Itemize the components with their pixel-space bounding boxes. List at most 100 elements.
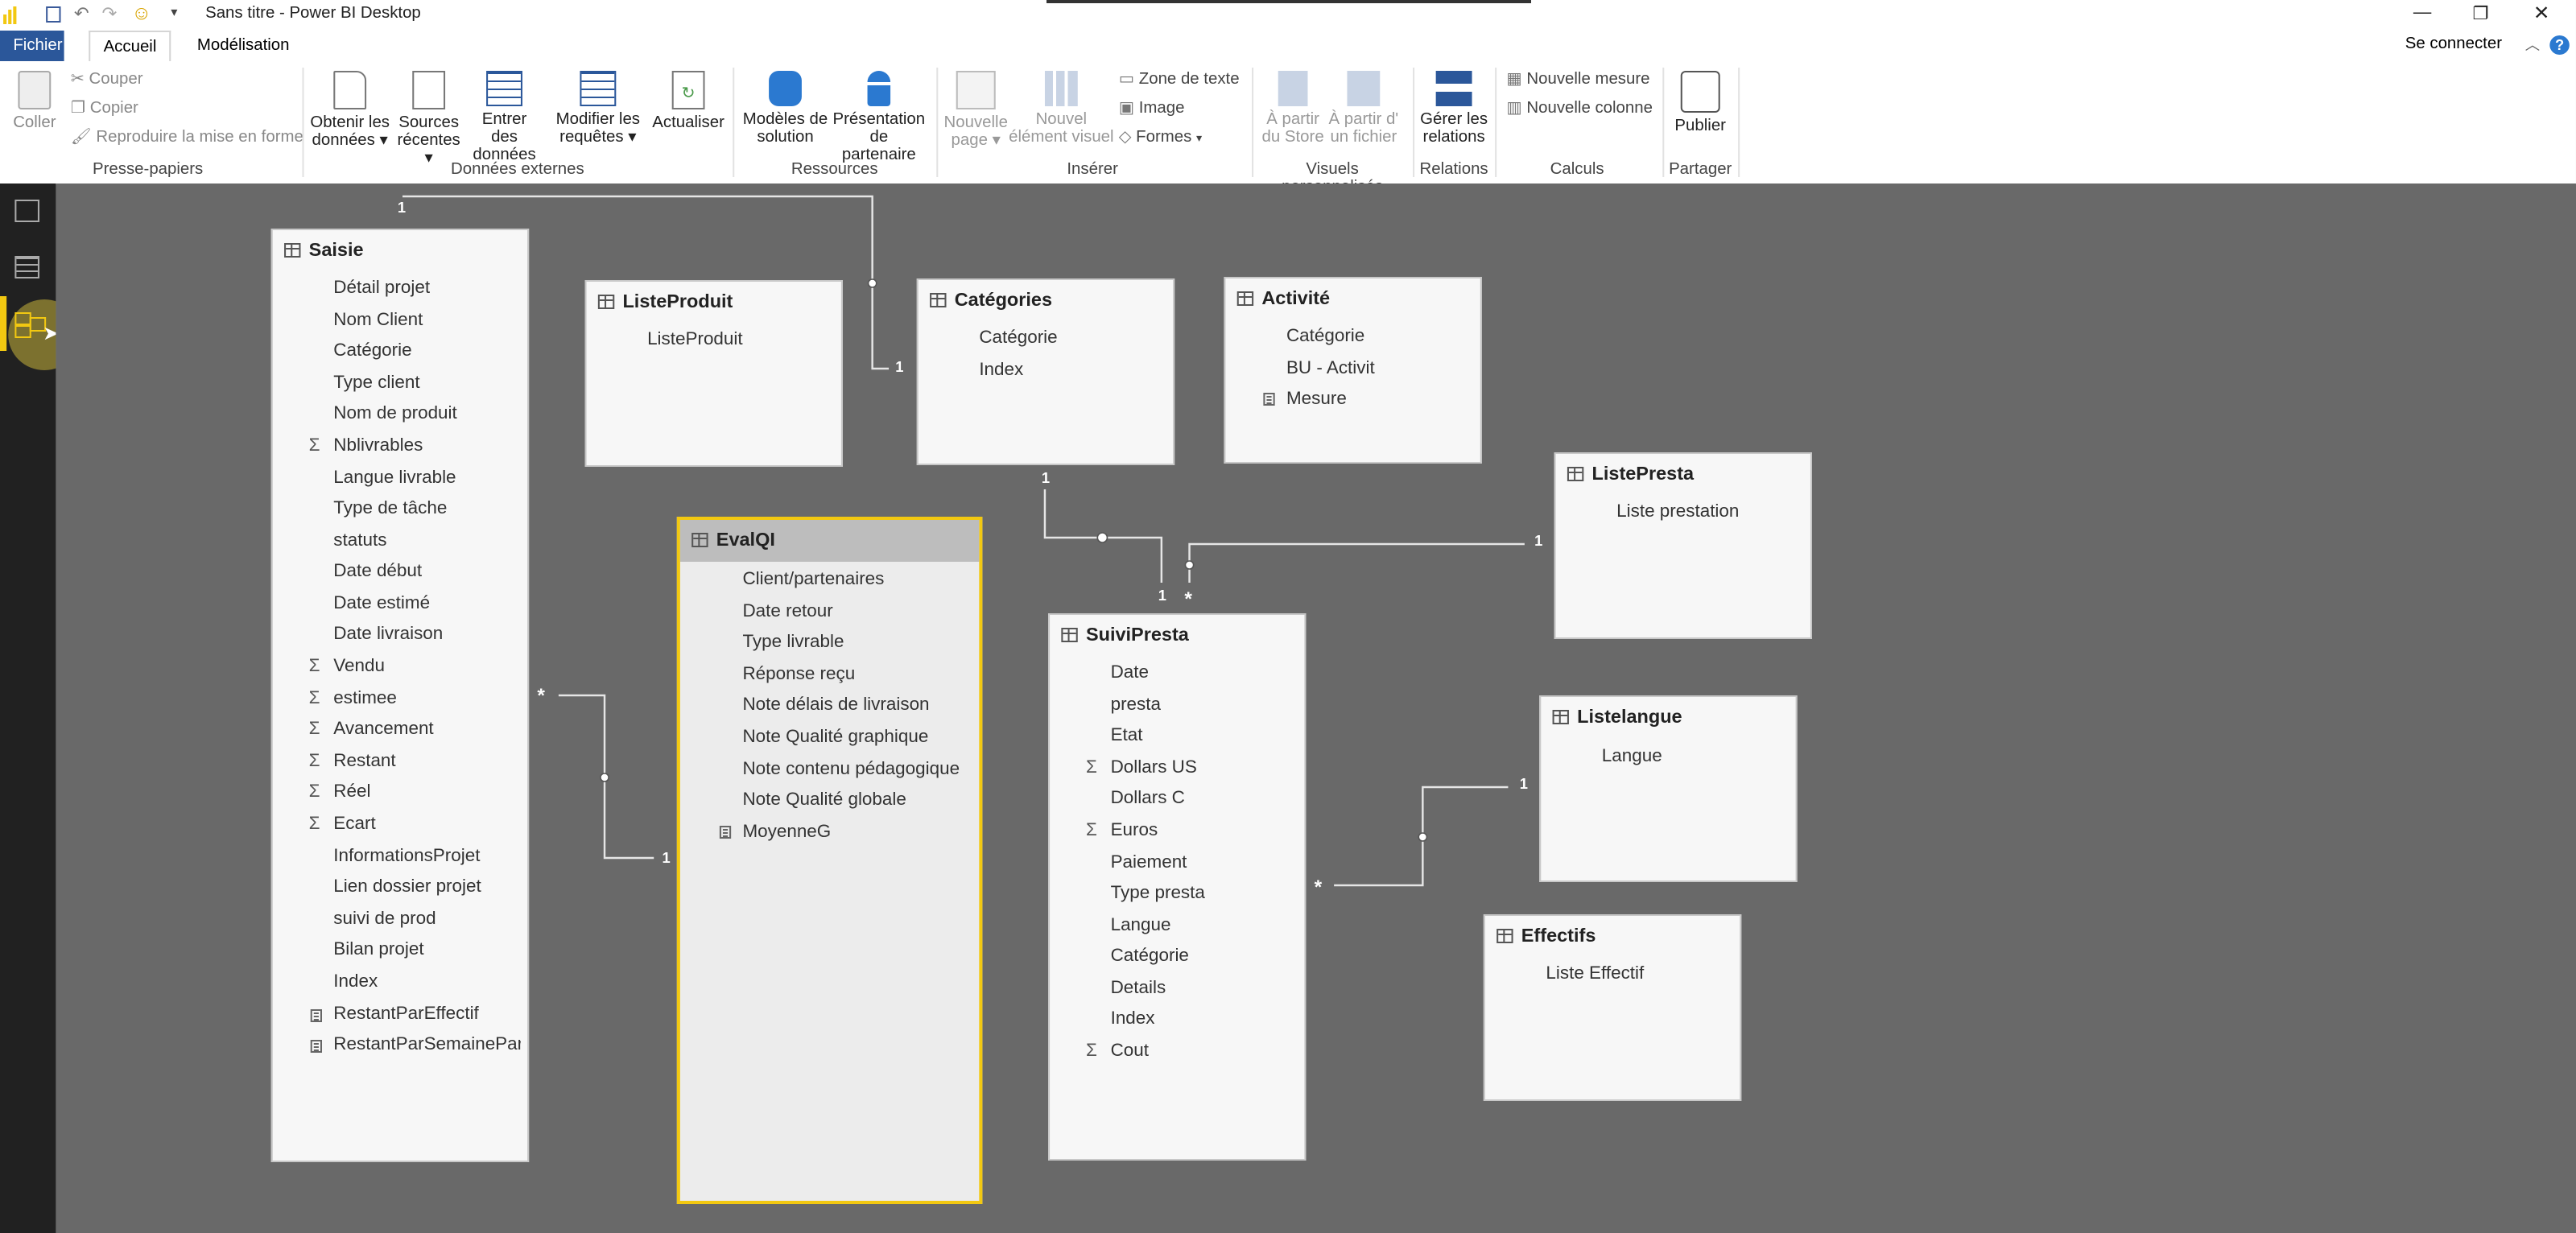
sum-icon: Σ <box>1085 758 1097 777</box>
field-nblivrables[interactable]: Nblivrables <box>333 436 423 456</box>
field-bu-activit[interactable]: BU - Activit <box>1286 359 1375 378</box>
table-card-listeproduit[interactable]: ListeProduit ListeProduit <box>584 280 843 467</box>
field-categorie[interactable]: Catégorie <box>1286 327 1364 346</box>
field-type-presta[interactable]: Type presta <box>1111 884 1205 903</box>
table-icon <box>930 293 947 307</box>
field-vendu[interactable]: Vendu <box>333 657 385 676</box>
field-type-de-tache[interactable]: Type de tâche <box>333 499 447 518</box>
table-card-categories[interactable]: Catégories Catégorie Index <box>916 278 1175 465</box>
relationship-direction-icon <box>600 773 609 782</box>
table-icon <box>691 533 708 547</box>
field-note-qualite-graphique[interactable]: Note Qualité graphique <box>742 728 928 747</box>
table-header[interactable]: ListeProduit <box>587 282 841 324</box>
field-statuts[interactable]: statuts <box>333 531 386 551</box>
field-details[interactable]: Details <box>1111 979 1166 998</box>
field-date-livraison[interactable]: Date livraison <box>333 625 443 644</box>
field-suivi-de-prod[interactable]: suivi de prod <box>333 909 436 929</box>
field-avancement[interactable]: Avancement <box>333 720 433 739</box>
field-paiement[interactable]: Paiement <box>1111 853 1187 872</box>
field-note-contenu-pedagogique[interactable]: Note contenu pédagogique <box>742 760 960 779</box>
cardinality-one: 1 <box>397 200 407 216</box>
field-ecart[interactable]: Ecart <box>333 814 375 834</box>
table-card-suivipresta[interactable]: SuiviPresta Σ Σ Σ Date presta Etat Dolla… <box>1048 613 1307 1161</box>
table-title: Saisie <box>308 241 364 261</box>
table-header[interactable]: ListePresta <box>1556 454 1810 496</box>
field-date-retour[interactable]: Date retour <box>742 602 832 621</box>
table-title: ListeProduit <box>622 293 733 312</box>
table-header[interactable]: Effectifs <box>1485 916 1740 958</box>
cardinality-many: * <box>1314 876 1323 898</box>
table-card-evalqi[interactable]: EvalQI Client/partenaires Date retour Ty… <box>676 517 983 1204</box>
field-restant-par-semaine[interactable]: RestantParSemaineParE <box>333 1035 521 1054</box>
field-informations-projet[interactable]: InformationsProjet <box>333 847 480 866</box>
field-mesure[interactable]: Mesure <box>1286 390 1347 409</box>
field-langue[interactable]: Langue <box>1602 747 1662 766</box>
field-client-partenaires[interactable]: Client/partenaires <box>742 570 884 589</box>
sum-icon: Σ <box>308 782 320 802</box>
field-liste-effectif[interactable]: Liste Effectif <box>1546 964 1644 984</box>
field-langue[interactable]: Langue <box>1111 916 1171 935</box>
table-card-activite[interactable]: Activité Catégorie BU - Activit Mesure <box>1224 277 1482 464</box>
table-title: ListePresta <box>1591 465 1695 485</box>
table-header[interactable]: SuiviPresta <box>1050 615 1304 657</box>
cardinality-one: 1 <box>1534 533 1543 549</box>
field-bilan-projet[interactable]: Bilan projet <box>333 940 423 959</box>
table-icon <box>1061 628 1078 642</box>
field-restant-par-effectif[interactable]: RestantParEffectif <box>333 1004 479 1024</box>
field-detail-projet[interactable]: Détail projet <box>333 278 430 298</box>
field-estimee[interactable]: estimee <box>333 689 397 708</box>
field-index[interactable]: Index <box>979 361 1023 380</box>
table-header[interactable]: EvalQI <box>679 520 980 562</box>
field-categorie[interactable]: Catégorie <box>333 341 411 361</box>
field-type-livrable[interactable]: Type livrable <box>742 633 844 652</box>
field-nom-de-produit[interactable]: Nom de produit <box>333 404 457 423</box>
cardinality-one: 1 <box>1519 776 1528 792</box>
table-card-listepresta[interactable]: ListePresta Liste prestation <box>1554 452 1813 639</box>
table-header[interactable]: Saisie <box>273 230 527 272</box>
field-date-estime[interactable]: Date estimé <box>333 594 430 613</box>
field-date[interactable]: Date <box>1111 663 1149 682</box>
field-listeproduit[interactable]: ListeProduit <box>647 330 743 349</box>
measure-calculator-icon <box>719 826 732 839</box>
field-type-client[interactable]: Type client <box>333 373 419 393</box>
ui-root: ↶ ↷ ☺ ▾ Sans titre - Power BI Desktop — … <box>0 0 2576 1233</box>
field-euros[interactable]: Euros <box>1111 821 1158 840</box>
table-card-listelangue[interactable]: Listelangue Langue <box>1539 695 1798 882</box>
cardinality-one: 1 <box>895 359 904 375</box>
relationship-direction-icon <box>1418 832 1428 842</box>
table-icon <box>1496 929 1513 943</box>
table-title: Activité <box>1261 290 1331 309</box>
table-header[interactable]: Activité <box>1225 278 1480 320</box>
field-reponse-recu[interactable]: Réponse reçu <box>742 665 855 684</box>
cardinality-one: 1 <box>662 850 671 866</box>
field-note-qualite-globale[interactable]: Note Qualité globale <box>742 790 906 810</box>
table-header[interactable]: Catégories <box>919 280 1173 322</box>
table-card-saisie[interactable]: Saisie Σ Σ Σ Σ Σ Σ Σ Détail projet Nom C… <box>270 229 530 1162</box>
sum-icon: Σ <box>308 436 320 456</box>
field-date-debut[interactable]: Date début <box>333 562 422 581</box>
field-dollars-us[interactable]: Dollars US <box>1111 758 1197 777</box>
field-index[interactable]: Index <box>333 972 378 992</box>
field-categorie[interactable]: Catégorie <box>1111 946 1189 966</box>
field-liste-prestation[interactable]: Liste prestation <box>1616 502 1739 522</box>
field-restant[interactable]: Restant <box>333 752 395 771</box>
field-presta[interactable]: presta <box>1111 695 1161 715</box>
field-note-delais-livraison[interactable]: Note délais de livraison <box>742 695 929 715</box>
field-langue-livrable[interactable]: Langue livrable <box>333 468 456 488</box>
field-reel[interactable]: Réel <box>333 782 370 802</box>
field-nom-client[interactable]: Nom Client <box>333 311 423 330</box>
field-lien-dossier-projet[interactable]: Lien dossier projet <box>333 877 481 897</box>
field-moyenneg[interactable]: MoyenneG <box>742 823 831 842</box>
field-index[interactable]: Index <box>1111 1009 1155 1029</box>
field-cout[interactable]: Cout <box>1111 1041 1149 1061</box>
relationship-line-listepresta-suivipresta[interactable] <box>1188 542 1525 583</box>
sum-icon: Σ <box>308 814 320 834</box>
field-dollars-c[interactable]: Dollars C <box>1111 789 1185 808</box>
table-card-effectifs[interactable]: Effectifs Liste Effectif <box>1483 914 1742 1101</box>
relationship-direction-icon <box>867 278 877 288</box>
sum-icon: Σ <box>1085 1041 1097 1061</box>
field-etat[interactable]: Etat <box>1111 726 1143 745</box>
table-header[interactable]: Listelangue <box>1541 697 1795 739</box>
table-icon <box>284 243 301 258</box>
field-categorie[interactable]: Catégorie <box>979 328 1057 348</box>
